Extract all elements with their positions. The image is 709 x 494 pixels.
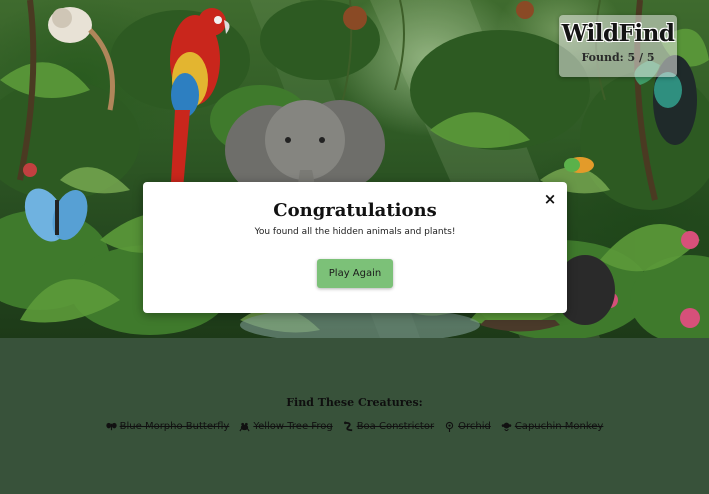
list-item[interactable]: Blue Morpho Butterfly: [106, 421, 230, 432]
flower-icon: [445, 421, 454, 432]
list-item-label: Blue Morpho Butterfly: [119, 421, 230, 432]
butterfly-icon: [106, 422, 117, 431]
score-panel: WildFind Found: 5 / 5: [559, 15, 677, 77]
list-item[interactable]: Boa Constrictor: [343, 421, 434, 432]
list-item[interactable]: Yellow Tree Frog: [239, 421, 333, 432]
list-item-label: Yellow Tree Frog: [253, 421, 333, 432]
list-item[interactable]: Capuchin Monkey: [501, 421, 604, 432]
list-item-label: Capuchin Monkey: [514, 421, 604, 432]
find-list: Find These Creatures: Blue Morpho Butter…: [0, 338, 709, 432]
close-icon[interactable]: ×: [543, 192, 557, 207]
find-list-heading: Find These Creatures:: [286, 396, 423, 409]
frog-icon: [239, 422, 250, 432]
dialog-message: You found all the hidden animals and pla…: [254, 227, 456, 237]
list-item[interactable]: Orchid: [444, 421, 491, 432]
list-item-label: Boa Constrictor: [356, 421, 435, 432]
snake-icon: [343, 421, 352, 432]
congratulations-dialog: × Congratulations You found all the hidd…: [143, 182, 567, 313]
game-title: WildFind: [561, 20, 675, 47]
list-item-label: Orchid: [458, 421, 491, 432]
monkey-icon: [501, 422, 512, 432]
creature-list: Blue Morpho Butterfly Yellow Tree Frog B…: [0, 421, 709, 432]
dialog-heading: Congratulations: [273, 200, 437, 221]
found-counter: Found: 5 / 5: [581, 51, 655, 64]
play-again-button[interactable]: Play Again: [316, 259, 394, 288]
